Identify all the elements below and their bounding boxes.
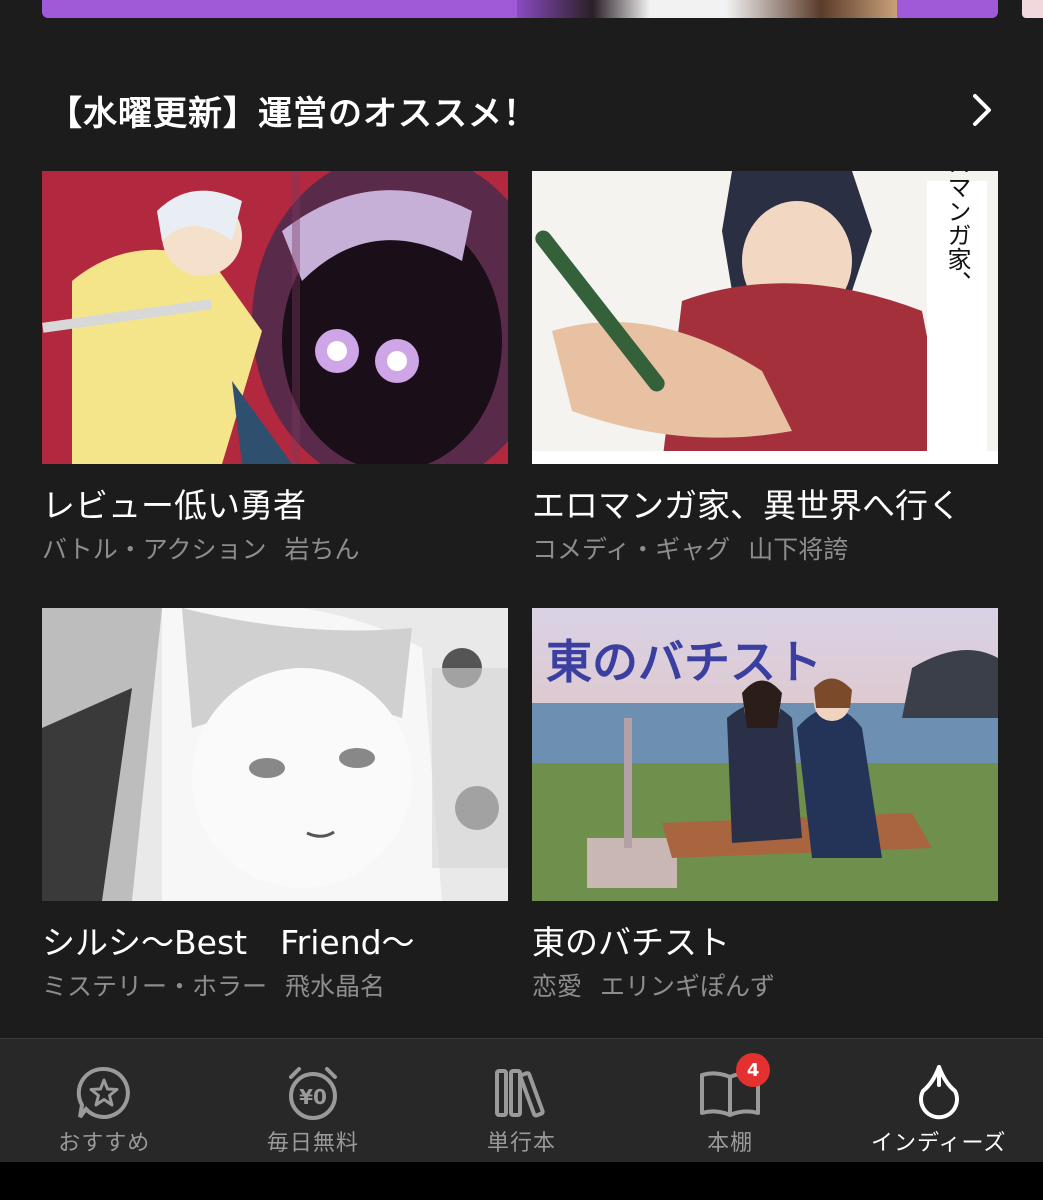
nav-item-daily-free[interactable]: ¥0 毎日無料 (209, 1039, 418, 1163)
manga-card[interactable]: 東のバチスト 東のバチスト 恋愛 エリンギぽんず (532, 608, 998, 1003)
manga-genre: 恋愛 (532, 972, 583, 1001)
manga-author: エリンギぽんず (600, 972, 776, 1001)
manga-title: シルシ〜Best Friend〜 (42, 923, 415, 962)
cover-title-text: 東のバチスト (546, 635, 822, 689)
manga-author: 山下将誇 (748, 535, 849, 564)
bottom-navigation: おすすめ ¥0 毎日無料 単行本 4 本棚 インディーズ (0, 1038, 1043, 1163)
nav-item-recommended[interactable]: おすすめ (0, 1039, 209, 1163)
nav-label: インディーズ (870, 1131, 1007, 1156)
star-bubble-icon (72, 1061, 136, 1125)
manga-genre: ミステリー・ホラー (42, 972, 268, 1001)
nav-label: おすすめ (58, 1131, 151, 1156)
manga-meta: 恋愛 エリンギぽんず (532, 971, 998, 1003)
nav-item-bookshelf[interactable]: 4 本棚 (626, 1039, 835, 1163)
nav-label: 毎日無料 (266, 1131, 359, 1156)
alarm-yen-icon: ¥0 (281, 1061, 345, 1125)
manga-author: 岩ちん (284, 535, 360, 564)
nav-item-indies[interactable]: インディーズ (834, 1039, 1043, 1163)
books-icon (489, 1061, 553, 1125)
system-bottom-bar (0, 1162, 1043, 1200)
nav-label: 本棚 (707, 1131, 754, 1156)
top-banner[interactable] (42, 0, 998, 18)
manga-meta: コメディ・ギャグ 山下将誇 (532, 534, 998, 566)
notification-badge: 4 (736, 1053, 771, 1087)
cover-vertical-text: エロマンガ家、 (943, 171, 971, 295)
manga-cover: エロマンガ家、 (532, 171, 998, 464)
nav-item-volumes[interactable]: 単行本 (417, 1039, 626, 1163)
nav-label: 単行本 (486, 1131, 556, 1156)
manga-card[interactable]: エロマンガ家、 エロマンガ家、異世界へ行く コメディ・ギャグ 山下将誇 (532, 171, 998, 566)
manga-cover (42, 608, 508, 901)
manga-meta: ミステリー・ホラー 飛水晶名 (42, 971, 508, 1003)
yen-zero-text: ¥0 (299, 1085, 327, 1109)
manga-genre: バトル・アクション (42, 535, 267, 564)
manga-card[interactable]: シルシ〜Best Friend〜 ミステリー・ホラー 飛水晶名 (42, 608, 508, 1003)
section-title: 【水曜更新】運営のオススメ！ (48, 93, 538, 134)
manga-title: レビュー低い勇者 (42, 486, 306, 525)
manga-cover: 東のバチスト (532, 608, 998, 901)
manga-title: 東のバチスト (532, 923, 730, 962)
chevron-right-icon[interactable] (962, 90, 1002, 130)
open-book-icon: 4 (698, 1053, 771, 1125)
manga-cover (42, 171, 508, 464)
banner-artwork (517, 0, 897, 18)
manga-title: エロマンガ家、異世界へ行く (532, 486, 961, 525)
manga-author: 飛水晶名 (285, 972, 386, 1001)
manga-meta: バトル・アクション 岩ちん (42, 534, 508, 566)
manga-genre: コメディ・ギャグ (532, 535, 731, 564)
manga-card[interactable]: レビュー低い勇者 バトル・アクション 岩ちん (42, 171, 508, 566)
next-banner-peek[interactable] (1022, 0, 1043, 18)
drop-icon (907, 1061, 971, 1125)
section-header[interactable]: 【水曜更新】運営のオススメ！ (42, 82, 1002, 138)
